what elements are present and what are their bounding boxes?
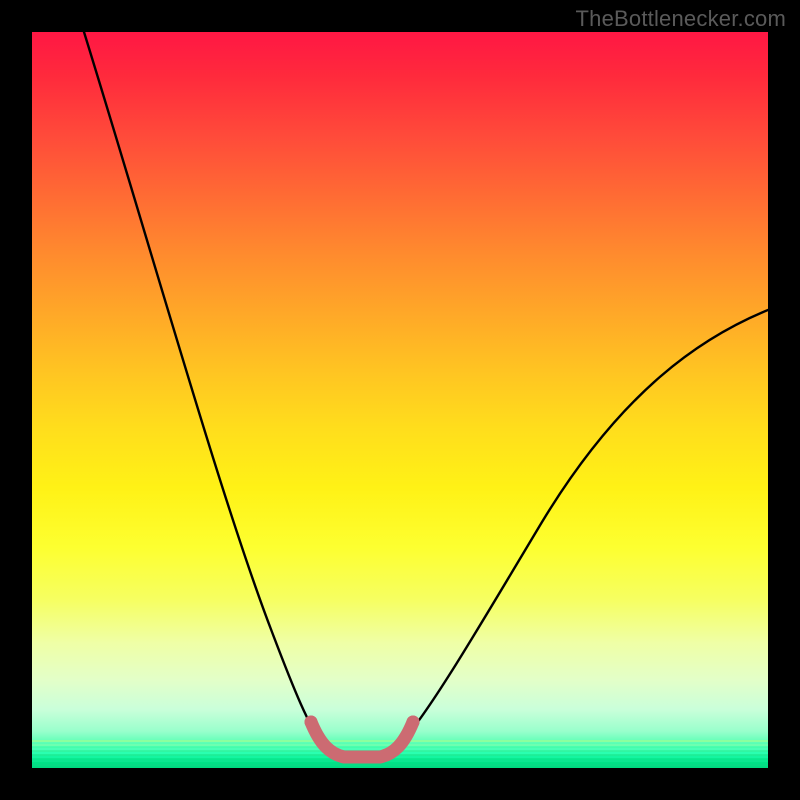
watermark-text: TheBottlenecker.com — [576, 6, 786, 32]
optimal-point-left — [305, 716, 318, 729]
bottleneck-curve — [84, 32, 768, 757]
plot-area — [32, 32, 768, 768]
optimal-point-right — [407, 716, 420, 729]
bottleneck-optimal-region — [311, 722, 413, 757]
chart-svg — [32, 32, 768, 768]
chart-frame: TheBottlenecker.com — [0, 0, 800, 800]
